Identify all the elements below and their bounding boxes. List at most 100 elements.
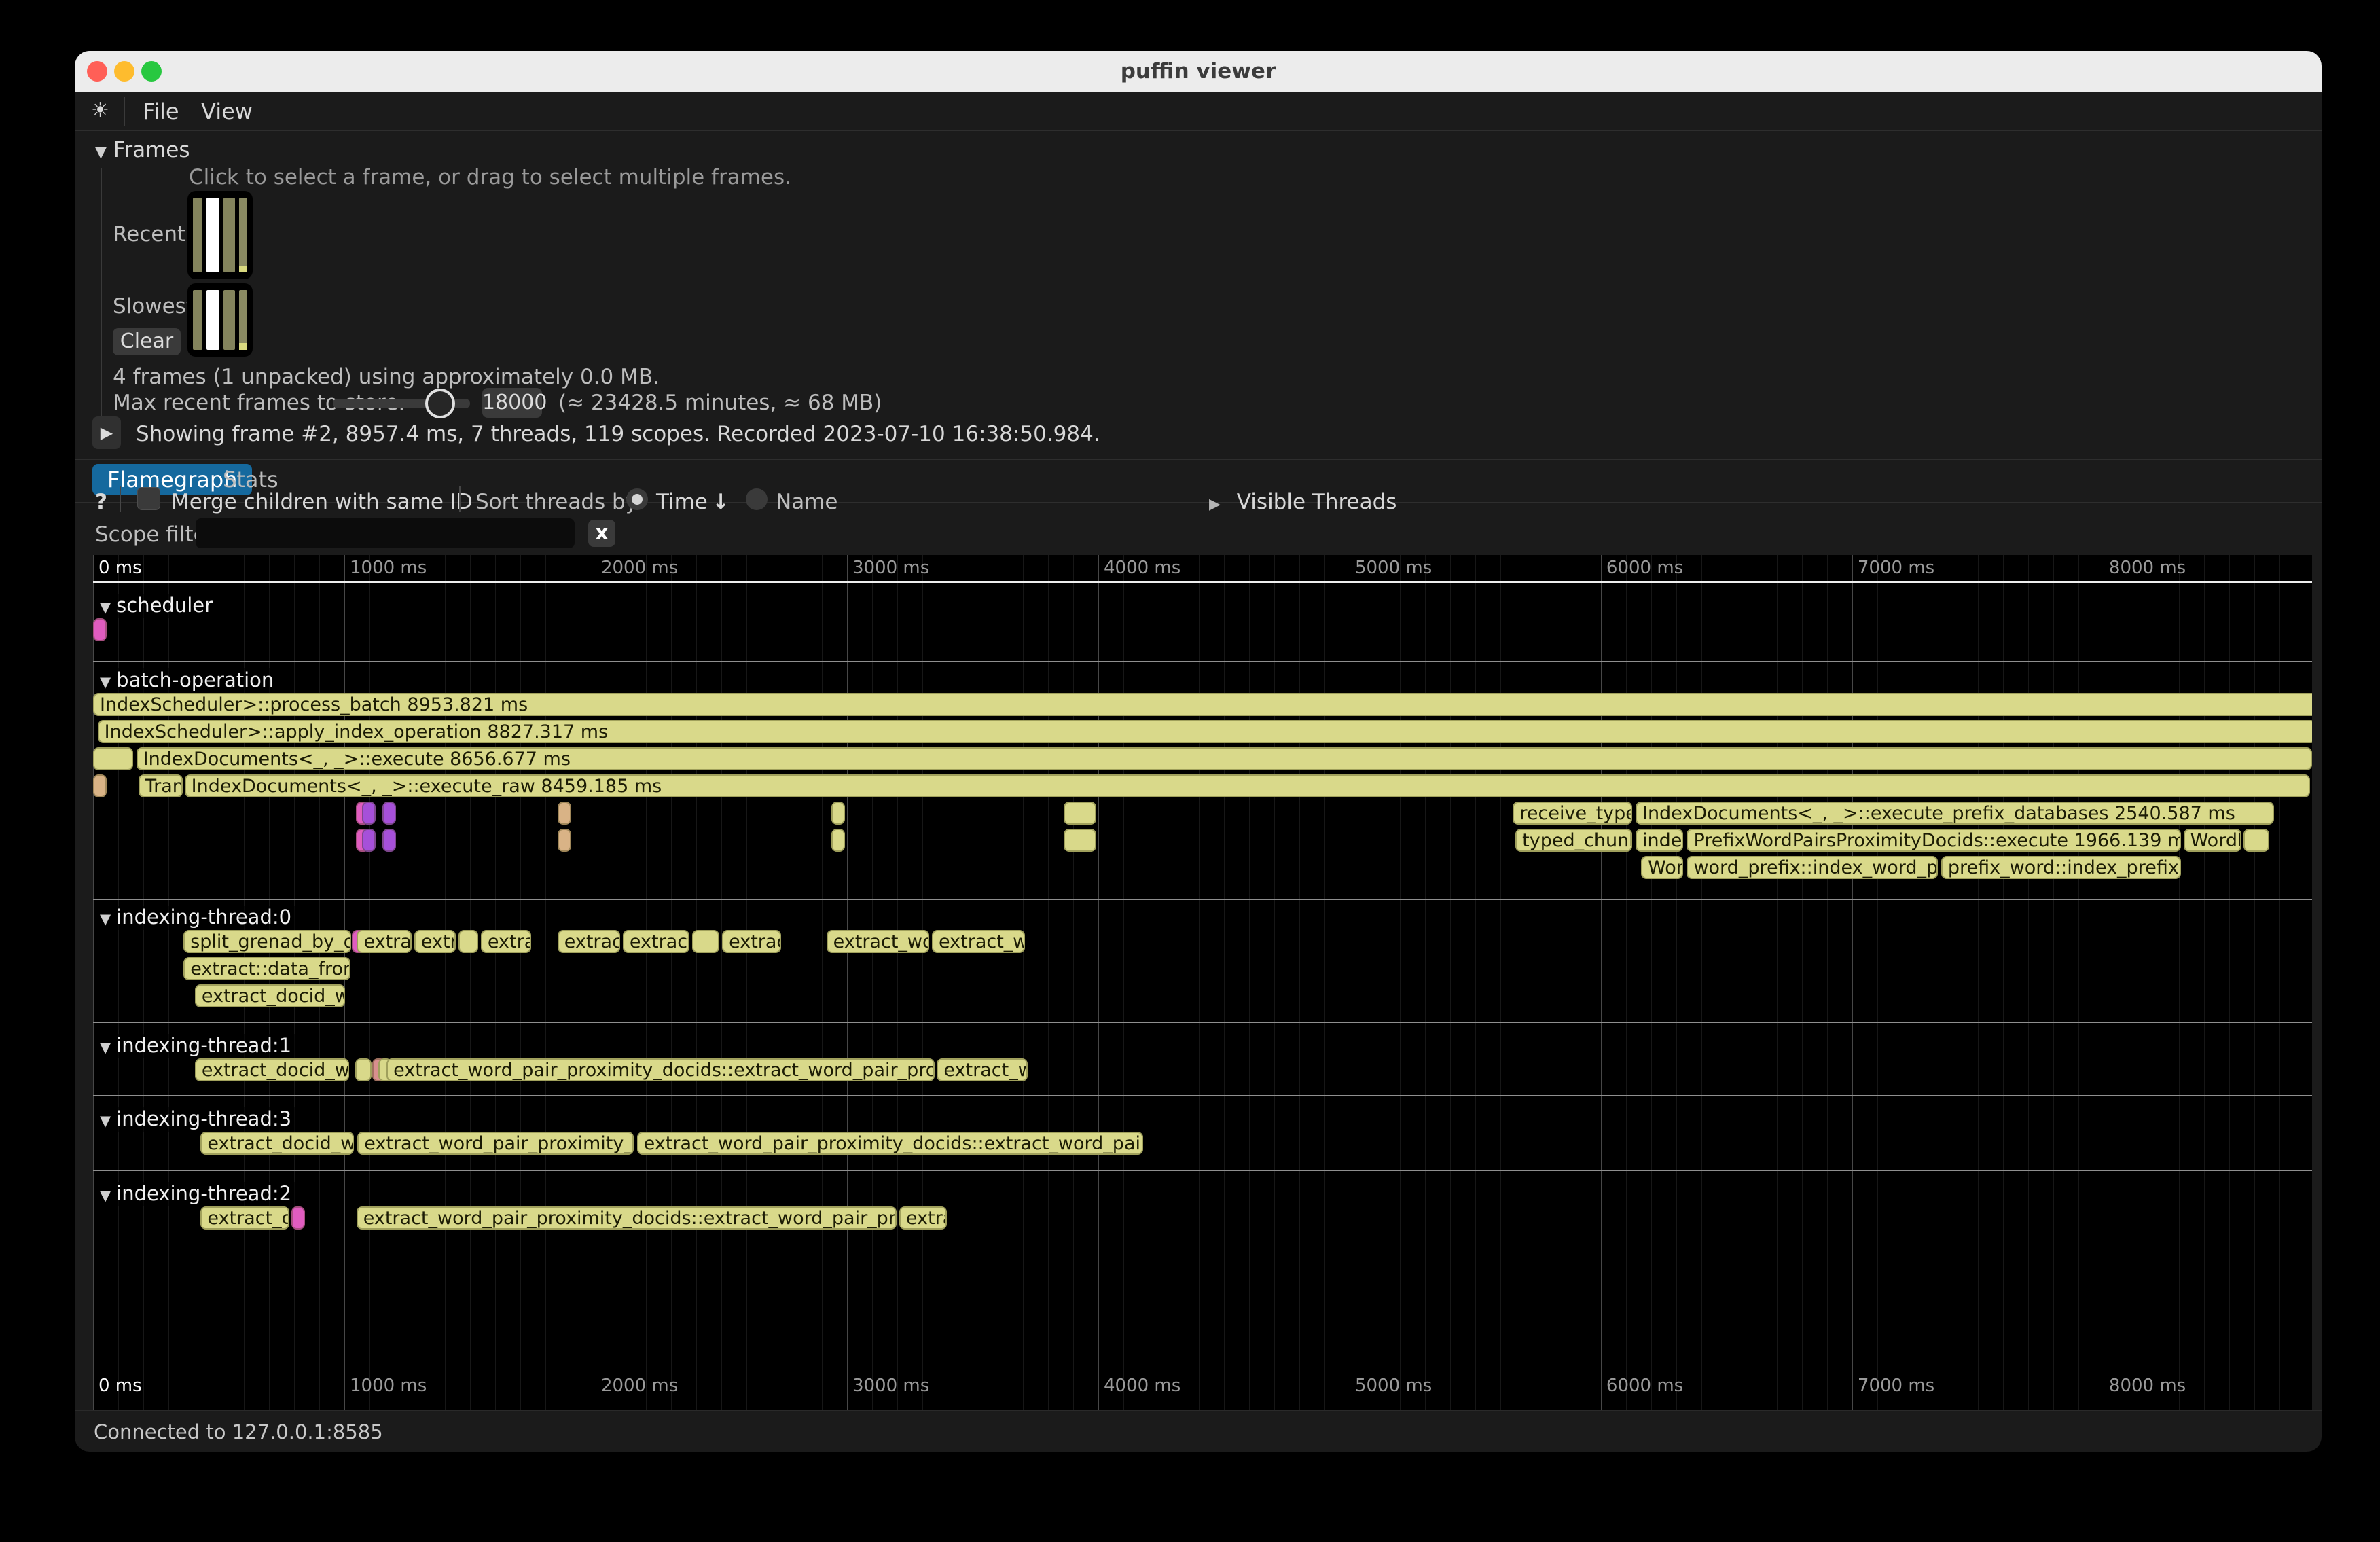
scope-bar[interactable]: prefix_word::index_prefix_wo [1941, 856, 2181, 879]
clear-filter-button[interactable]: x [588, 520, 615, 547]
scope-bar[interactable] [692, 930, 720, 953]
scope-filter-input[interactable] [196, 518, 575, 548]
axis-separator-line [93, 581, 2312, 583]
frame-bar[interactable] [223, 290, 235, 350]
scope-bar[interactable]: extract_doc [200, 1206, 289, 1230]
section-separator [93, 661, 2312, 662]
scope-bar[interactable]: extract_docid_word [200, 1132, 354, 1155]
merge-children-checkbox[interactable] [137, 487, 160, 510]
scope-bar[interactable]: IndexDocuments<_, _>::execute 8656.677 m… [137, 747, 2312, 770]
scope-bar[interactable] [558, 802, 571, 825]
scope-bar[interactable] [1064, 829, 1096, 852]
menu-item-file[interactable]: File [143, 98, 179, 124]
scope-bar[interactable] [291, 1206, 305, 1230]
scope-bar[interactable] [93, 618, 107, 641]
scope-bar[interactable]: extract_word_pair_proximity_docids [357, 1132, 634, 1155]
minor-gridline [1676, 555, 1677, 1410]
scope-bar[interactable]: extract_wo [937, 1058, 1027, 1081]
scope-bar[interactable]: extract_ [558, 930, 620, 953]
scope-bar[interactable]: extrac [481, 930, 531, 953]
sort-name-radio[interactable] [746, 488, 768, 510]
scope-bar[interactable]: IndexDocuments<_, _>::execute_prefix_dat… [1636, 802, 2274, 825]
sort-direction-arrow-icon[interactable]: ↓ [712, 490, 729, 514]
scope-bar[interactable]: extract_word_pair_proximity_docids::extr… [637, 1132, 1143, 1155]
minor-gridline [1400, 555, 1401, 1410]
menu-item-view[interactable]: View [201, 98, 253, 124]
scope-bar[interactable]: IndexScheduler>::process_batch 8953.821 … [93, 693, 2312, 716]
thread-header[interactable]: ▼ batch-operation [97, 668, 279, 693]
frames-section-header[interactable]: ▼ Frames [95, 138, 190, 162]
play-button[interactable]: ▶ [92, 416, 121, 449]
minor-gridline [1274, 555, 1275, 1410]
scope-bar[interactable]: receive_typed_ [1513, 802, 1631, 825]
frame-bar[interactable] [206, 290, 220, 350]
recent-frames-thumbnail[interactable] [187, 191, 253, 279]
sort-time-label[interactable]: Time [656, 490, 708, 514]
title-bar[interactable]: puffin viewer [75, 51, 2322, 92]
scope-bar[interactable] [1064, 802, 1096, 825]
scope-bar[interactable] [355, 1058, 372, 1081]
clear-button[interactable]: Clear [113, 328, 181, 355]
scope-bar[interactable] [831, 829, 845, 852]
sort-name-label[interactable]: Name [776, 490, 837, 514]
max-frames-slider-knob[interactable] [425, 389, 455, 418]
scope-bar[interactable]: extract_word_pair_proximity_docids::extr… [386, 1058, 935, 1081]
expand-arrow-icon: ▶ [1209, 496, 1221, 513]
scope-bar[interactable] [558, 829, 571, 852]
scope-bar[interactable]: word_prefix::index_word_prefix_ [1687, 856, 1938, 879]
thread-name: batch-operation [116, 668, 274, 692]
minor-gridline [922, 555, 923, 1410]
scope-bar[interactable]: IndexScheduler>::apply_index_operation 8… [98, 720, 2312, 743]
scope-bar[interactable] [362, 802, 376, 825]
scope-bar[interactable]: extract_docid_word [195, 1058, 349, 1081]
sort-time-radio[interactable] [626, 488, 648, 510]
visible-threads-header[interactable]: ▶ Visible Threads [1209, 490, 1396, 514]
thread-header[interactable]: ▼indexing-thread:1 [97, 1034, 297, 1058]
scope-bar[interactable]: extract_docid_word [195, 984, 346, 1007]
scope-bar[interactable]: extract_wo [932, 930, 1025, 953]
frame-bar[interactable] [239, 198, 247, 272]
help-button[interactable]: ? [95, 490, 107, 514]
max-frames-value[interactable]: 18000 [482, 388, 542, 418]
thread-header[interactable]: ▼indexing-thread:0 [97, 906, 297, 930]
slowest-frames-thumbnail[interactable] [187, 283, 253, 357]
scope-bar[interactable]: Trans [139, 774, 183, 797]
scope-bar[interactable] [458, 930, 479, 953]
thread-header[interactable]: ▼scheduler [97, 594, 218, 618]
thread-header[interactable]: ▼indexing-thread:3 [97, 1107, 297, 1132]
scope-bar[interactable]: IndexDocuments<_, _>::execute_raw 8459.1… [185, 774, 2311, 797]
scope-bar[interactable]: PrefixWordPairsProximityDocids::execute … [1687, 829, 2180, 852]
major-gridline [93, 555, 94, 1410]
theme-toggle-sun-icon[interactable]: ☀ [91, 98, 109, 122]
thread-header[interactable]: ▼indexing-thread:2 [97, 1182, 297, 1206]
frame-bar[interactable] [239, 290, 247, 350]
scope-bar[interactable]: inde [1636, 829, 1683, 852]
scope-bar[interactable]: extract [357, 930, 412, 953]
scope-bar[interactable]: extract_word_pair_proximity_docids::extr… [357, 1206, 897, 1230]
minor-gridline [319, 555, 320, 1410]
frame-bar[interactable] [193, 290, 202, 350]
scope-bar[interactable]: extract [722, 930, 781, 953]
scope-bar[interactable] [362, 829, 376, 852]
collapse-arrow-icon: ▼ [100, 674, 111, 690]
flamegraph-canvas[interactable]: 0 ms0 ms1000 ms1000 ms2000 ms2000 ms3000… [93, 555, 2312, 1410]
scope-bar[interactable]: Word [1641, 856, 1683, 879]
scope-bar[interactable] [382, 829, 396, 852]
scope-bar[interactable]: extra [414, 930, 456, 953]
scope-bar[interactable] [2243, 829, 2269, 852]
scope-bar[interactable]: split_grenad_by_chun [183, 930, 351, 953]
scope-bar[interactable] [382, 802, 396, 825]
scope-bar[interactable]: extract_word [827, 930, 930, 953]
frame-bar[interactable] [193, 198, 202, 272]
scope-bar[interactable]: extrac [899, 1206, 947, 1230]
scope-bar[interactable] [831, 802, 845, 825]
separator [75, 459, 2322, 460]
scope-bar[interactable]: extract_ [623, 930, 689, 953]
scope-bar[interactable]: typed_chunk::w [1515, 829, 1632, 852]
frame-bar[interactable] [206, 198, 220, 272]
scope-bar[interactable]: WordPr [2184, 829, 2241, 852]
scope-bar[interactable] [93, 774, 107, 797]
scope-bar[interactable] [93, 747, 133, 770]
frame-bar[interactable] [223, 198, 235, 272]
scope-bar[interactable]: extract::data_from_ob [183, 957, 350, 980]
